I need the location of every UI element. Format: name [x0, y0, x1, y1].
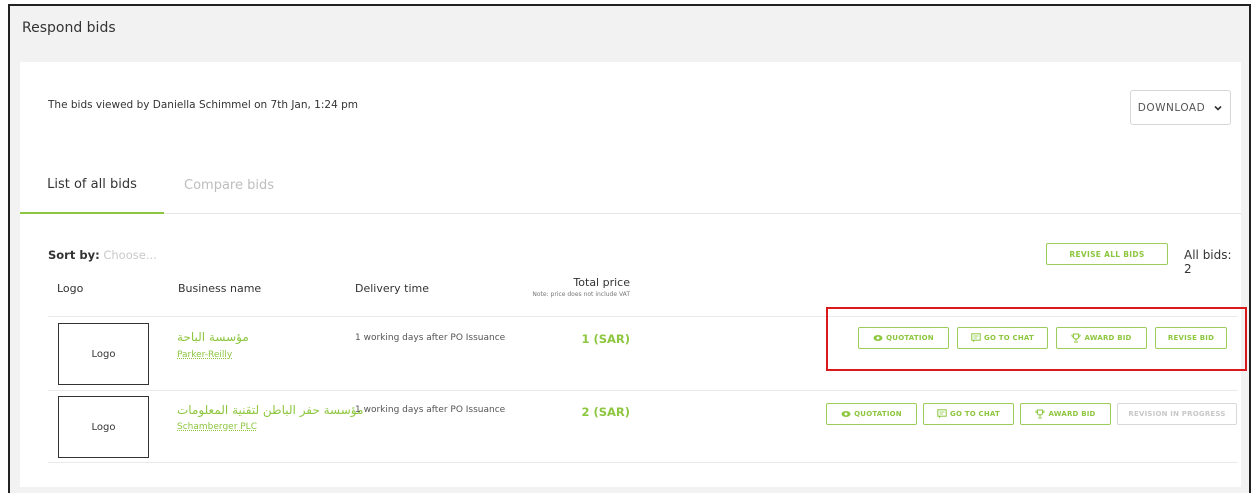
viewed-by-text: The bids viewed by Daniella Schimmel on …	[48, 99, 358, 111]
go-to-chat-label: GO TO CHAT	[950, 410, 1000, 418]
column-header-total: Total price Note: price does not include…	[510, 276, 630, 298]
all-bids-count: All bids: 2	[1184, 248, 1232, 276]
sort-by-label: Sort by:	[48, 248, 100, 262]
award-bid-label: AWARD BID	[1048, 410, 1096, 418]
chat-icon	[937, 409, 947, 419]
business-name-link[interactable]: Parker-Reilly	[177, 350, 232, 360]
download-label: DOWNLOAD	[1137, 101, 1206, 114]
column-header-logo: Logo	[57, 282, 84, 295]
go-to-chat-button[interactable]: GO TO CHAT	[923, 403, 1014, 425]
total-price-note: Note: price does not include VAT	[532, 291, 630, 298]
quotation-label: QUOTATION	[854, 410, 902, 418]
bid-price: 1 (SAR)	[581, 332, 630, 346]
delivery-time: 1 working days after PO Issuance	[355, 405, 506, 415]
column-header-delivery: Delivery time	[355, 282, 430, 295]
tab-compare-bids[interactable]: Compare bids	[170, 157, 288, 213]
bid-price: 2 (SAR)	[581, 405, 630, 419]
row-divider	[48, 390, 1238, 391]
tabs-bar: List of all bids Compare bids	[20, 157, 1241, 214]
bids-panel: The bids viewed by Daniella Schimmel on …	[20, 62, 1247, 487]
sort-by-control[interactable]: Sort by: Choose...	[48, 248, 157, 262]
total-price-label: Total price	[573, 276, 630, 289]
page-title: Respond bids	[22, 20, 116, 36]
trophy-icon	[1035, 409, 1046, 419]
award-bid-button[interactable]: AWARD BID	[1020, 403, 1111, 425]
chevron-down-icon	[1214, 105, 1222, 111]
row-divider	[48, 462, 1238, 463]
download-button[interactable]: DOWNLOAD	[1130, 90, 1231, 125]
app-frame: Respond bids The bids viewed by Daniella…	[8, 4, 1251, 493]
revise-all-bids-button[interactable]: REVISE ALL BIDS	[1046, 243, 1168, 265]
eye-icon	[841, 411, 851, 417]
business-name-link[interactable]: Schamberger PLC	[177, 422, 257, 432]
bid-logo: Logo	[58, 396, 149, 458]
revision-in-progress-button: REVISION IN PROGRESS	[1117, 403, 1237, 425]
delivery-time: 1 working days after PO Issuance	[355, 333, 506, 343]
sort-by-placeholder[interactable]: Choose...	[103, 248, 156, 262]
quotation-button[interactable]: QUOTATION	[826, 403, 917, 425]
highlight-annotation-box	[826, 307, 1247, 371]
tab-list-of-all-bids[interactable]: List of all bids	[20, 157, 164, 214]
bid-logo: Logo	[58, 323, 149, 385]
business-name-arabic: مؤسسة الباحة	[177, 330, 249, 344]
column-header-business: Business name	[178, 282, 262, 295]
business-name-arabic: مؤسسة حفر الباطن لتقنية المعلومات	[177, 403, 364, 417]
revision-in-progress-label: REVISION IN PROGRESS	[1128, 410, 1226, 418]
